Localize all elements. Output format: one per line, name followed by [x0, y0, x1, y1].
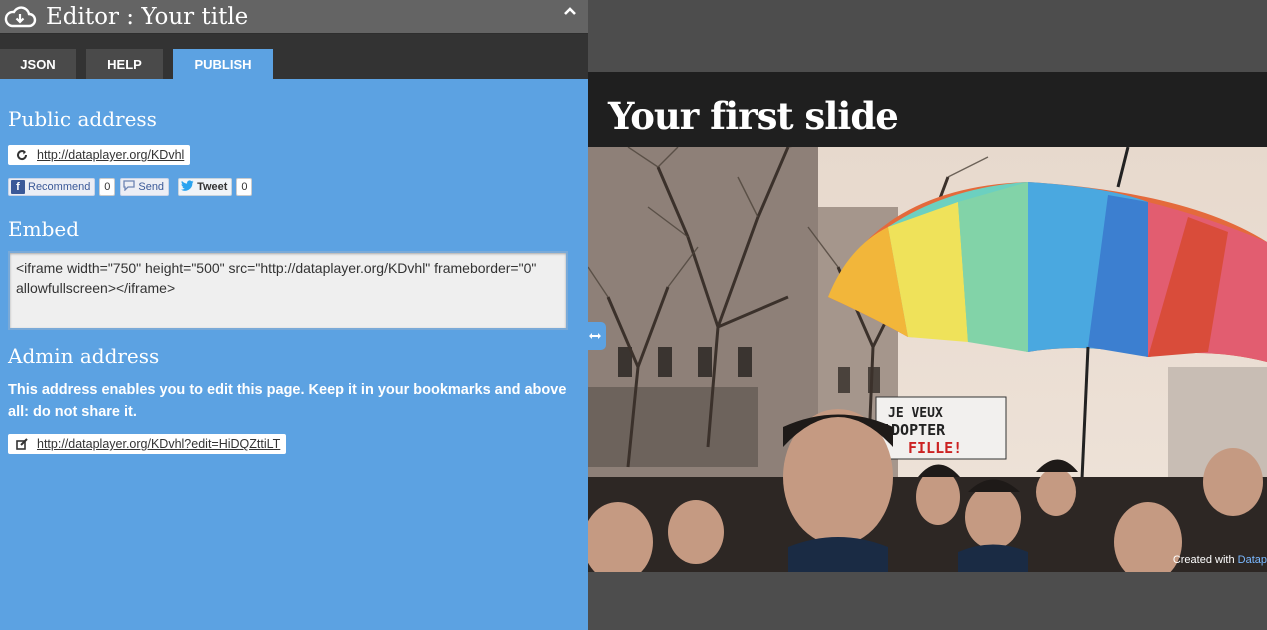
twitter-bird-icon: [181, 180, 194, 194]
recommend-count: 0: [99, 178, 116, 196]
send-label: Send: [138, 181, 165, 193]
tweet-label: Tweet: [197, 181, 228, 193]
refresh-link-icon: [12, 149, 32, 161]
horizontal-arrows-icon: [589, 329, 601, 343]
speech-bubble-icon: [123, 180, 136, 194]
chevron-up-icon[interactable]: [564, 3, 576, 19]
sign-text-3: FILLE!: [908, 439, 962, 457]
tab-json[interactable]: JSON: [0, 49, 76, 79]
admin-url-text: http://dataplayer.org/KDvhl?edit=HiDQZtt…: [37, 437, 281, 451]
editor-panel: Editor : Your title JSON HELP PUBLISH Pu…: [0, 0, 588, 630]
tab-publish[interactable]: PUBLISH: [173, 49, 273, 79]
embed-heading: Embed: [8, 217, 80, 241]
tweet-count: 0: [236, 178, 253, 196]
facebook-recommend-button[interactable]: f Recommend: [8, 178, 96, 196]
editor-title: Editor : Your title: [46, 3, 249, 30]
embed-code-textarea[interactable]: <iframe width="750" height="500" src="ht…: [8, 251, 568, 330]
tweet-button[interactable]: Tweet: [178, 178, 233, 196]
tab-bar: JSON HELP PUBLISH: [0, 34, 588, 79]
slide-header: Your first slide: [588, 72, 1267, 147]
public-url-text: http://dataplayer.org/KDvhl: [37, 148, 185, 162]
publish-panel: Public address http://dataplayer.org/KDv…: [0, 107, 588, 455]
admin-url-link[interactable]: http://dataplayer.org/KDvhl?edit=HiDQZtt…: [8, 434, 287, 454]
cloud-icon: [0, 0, 40, 34]
resize-handle[interactable]: [584, 322, 606, 350]
recommend-label: Recommend: [28, 181, 91, 193]
sign-text-1: JE VEUX: [888, 406, 943, 421]
tab-help[interactable]: HELP: [86, 49, 163, 79]
social-buttons: f Recommend 0 Send Tweet 0: [8, 177, 580, 197]
facebook-icon: f: [11, 180, 25, 194]
admin-warning-text: do not share it.: [32, 404, 137, 420]
public-url-link[interactable]: http://dataplayer.org/KDvhl: [8, 145, 191, 165]
credit: Created with Datap: [1173, 554, 1267, 566]
admin-description: This address enables you to edit this pa…: [8, 379, 580, 423]
facebook-send-button[interactable]: Send: [120, 178, 170, 196]
credit-brand-link[interactable]: Datap: [1238, 554, 1267, 566]
slide-preview: Your first slide JE VEUX ADOPTER FILLE! …: [588, 0, 1267, 630]
slide-photo: JE VEUX ADOPTER FILLE! Created with Data…: [588, 147, 1267, 572]
editor-header: Editor : Your title: [0, 0, 588, 34]
credit-prefix: Created with: [1172, 554, 1235, 566]
public-address-heading: Public address: [8, 107, 157, 131]
edit-icon: [12, 438, 32, 450]
slide-title: Your first slide: [608, 94, 899, 138]
crowd-umbrella-photo: JE VEUX ADOPTER FILLE!: [588, 147, 1267, 572]
admin-address-heading: Admin address: [8, 344, 160, 368]
